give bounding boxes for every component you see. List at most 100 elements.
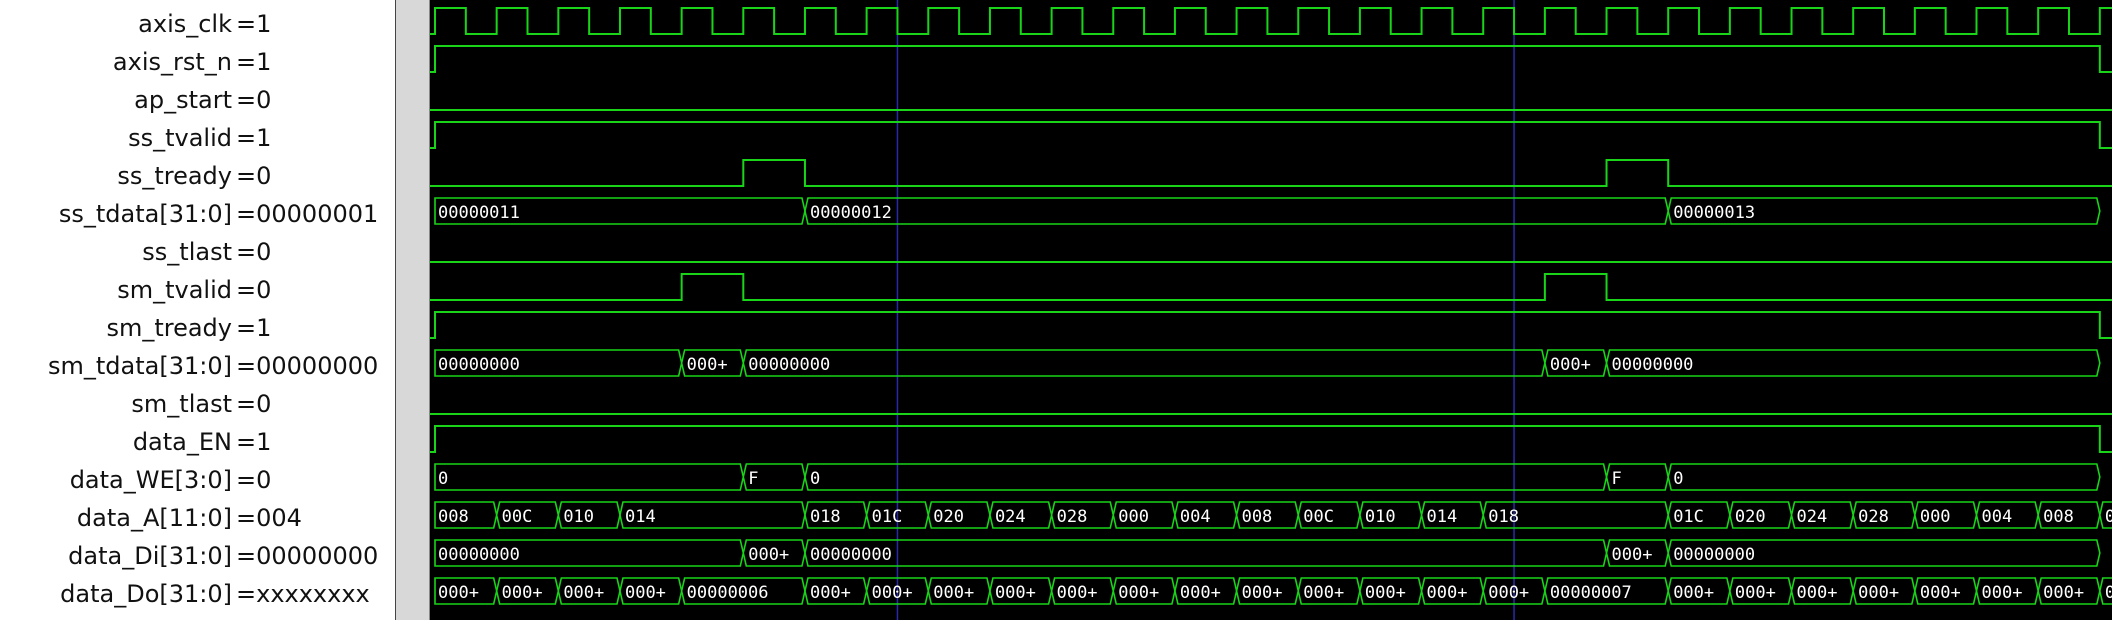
bus-segment-label: 000+ bbox=[1057, 583, 1098, 603]
signal-row[interactable]: data_A[11:0] =004 bbox=[0, 496, 392, 534]
signal-value: =1 bbox=[236, 48, 272, 76]
signal-row[interactable]: data_WE[3:0] =0 bbox=[0, 458, 392, 496]
bus-segment bbox=[1667, 463, 2101, 491]
bus-segment-label: 020 bbox=[933, 507, 964, 527]
bus-waveform: 000+ 000+ 000+ 000+ 00000006 000+ 000+ 000+ 000+… bbox=[434, 577, 2112, 605]
bus-segment-label: 000+ bbox=[2043, 583, 2084, 603]
signal-row[interactable]: data_EN =1 bbox=[0, 420, 392, 458]
bus-segment-label: 0 bbox=[1673, 469, 1683, 489]
bus-segment-label: 00000000 bbox=[1612, 355, 1694, 375]
signal-name: sm_tready bbox=[106, 314, 232, 342]
bus-segment-label: 000+ bbox=[872, 583, 913, 603]
signal-value: =1 bbox=[236, 10, 272, 38]
bus-segment-label: 000+ bbox=[438, 583, 479, 603]
bus-segment-label: 000+ bbox=[2105, 583, 2112, 603]
bus-segment-label: 00000000 bbox=[748, 355, 830, 375]
bus-waveform: 00000000 000+ 00000000 000+ 00000000 bbox=[434, 349, 2101, 377]
bus-segment-label: 018 bbox=[810, 507, 841, 527]
bus-waveform: 0 F 0 F 0 bbox=[434, 463, 2101, 491]
bus-segment bbox=[742, 349, 1546, 377]
bus-segment-label: 000+ bbox=[810, 583, 851, 603]
level-waveform bbox=[430, 311, 2112, 339]
signal-name: ss_tready bbox=[117, 162, 232, 190]
signal-name: ss_tvalid bbox=[128, 124, 232, 152]
signal-row[interactable]: ss_tready =0 bbox=[0, 154, 392, 192]
bus-segment-label: 000 bbox=[1118, 507, 1149, 527]
waveform-area[interactable]: 00000011 00000012 00000013 00000000 000+ 0000… bbox=[430, 0, 2112, 620]
bus-segment-label: 000+ bbox=[1550, 355, 1591, 375]
signal-row[interactable]: ap_start =0 bbox=[0, 78, 392, 116]
bus-segment-label: 020 bbox=[1735, 507, 1766, 527]
bus-segment-label: 000+ bbox=[748, 545, 789, 565]
waveform-canvas[interactable]: 00000011 00000012 0000001300000000 000+ 0000… bbox=[430, 0, 2112, 620]
signal-row[interactable]: sm_tlast =0 bbox=[0, 382, 392, 420]
bus-segment bbox=[804, 197, 1670, 225]
signal-value: =004 bbox=[236, 504, 302, 532]
bus-segment-label: 024 bbox=[995, 507, 1026, 527]
signal-value: =0 bbox=[236, 276, 272, 304]
signal-row[interactable]: data_Di[31:0] =00000000 bbox=[0, 534, 392, 572]
bus-segment-label: 00000000 bbox=[438, 545, 520, 565]
bus-segment-label: 00000006 bbox=[687, 583, 769, 603]
bus-segment-label: 01C bbox=[872, 507, 903, 527]
level-waveform bbox=[430, 425, 2112, 453]
signal-value: =0 bbox=[236, 390, 272, 418]
bus-segment-label: 00C bbox=[2105, 507, 2112, 527]
signal-value: =1 bbox=[236, 428, 272, 456]
bus-segment-label: 010 bbox=[563, 507, 594, 527]
signal-row[interactable]: ss_tlast =0 bbox=[0, 230, 392, 268]
signal-value: =xxxxxxxx bbox=[236, 580, 370, 608]
signal-row[interactable]: sm_tdata[31:0] =00000000 bbox=[0, 344, 392, 382]
level-waveform bbox=[430, 45, 2112, 73]
signal-row[interactable]: axis_rst_n =1 bbox=[0, 40, 392, 78]
signal-value: =0 bbox=[236, 238, 272, 266]
signal-name: ss_tdata[31:0] bbox=[58, 200, 232, 228]
bus-segment-label: 028 bbox=[1858, 507, 1889, 527]
signal-value: =00000000 bbox=[236, 542, 379, 570]
bus-segment-label: 000 bbox=[1920, 507, 1951, 527]
bus-segment-label: 00000000 bbox=[438, 355, 520, 375]
panel-splitter[interactable] bbox=[396, 0, 430, 620]
signal-value: =0 bbox=[236, 466, 272, 494]
bus-segment-label: 000+ bbox=[1920, 583, 1961, 603]
bus-segment-label: 000+ bbox=[1118, 583, 1159, 603]
signal-name: data_EN bbox=[132, 428, 232, 456]
bus-segment-label: 000+ bbox=[995, 583, 1036, 603]
bus-segment-label: 00000000 bbox=[1673, 545, 1755, 565]
level-waveform bbox=[430, 121, 2112, 149]
bus-segment-label: 000+ bbox=[933, 583, 974, 603]
bus-segment-label: 000+ bbox=[563, 583, 604, 603]
signal-name: sm_tlast bbox=[131, 390, 232, 418]
signal-value: =00000000 bbox=[236, 352, 379, 380]
signal-row[interactable]: ss_tvalid =1 bbox=[0, 116, 392, 154]
bus-segment-label: 0 bbox=[438, 469, 448, 489]
bus-segment bbox=[434, 463, 745, 491]
signal-name: data_Di[31:0] bbox=[68, 542, 232, 570]
bus-waveform: 008 00C 010 014 018 01C 020 024 028 000 004 008 00C 0… bbox=[434, 501, 2112, 529]
bus-segment-label: 018 bbox=[1488, 507, 1519, 527]
signal-row[interactable]: data_Do[31:0] =xxxxxxxx bbox=[0, 572, 392, 610]
signal-row[interactable]: ss_tdata[31:0] =00000001 bbox=[0, 192, 392, 230]
signal-row[interactable]: axis_clk =1 bbox=[0, 2, 392, 40]
bus-segment-label: 000+ bbox=[1797, 583, 1838, 603]
signal-row[interactable]: sm_tready =1 bbox=[0, 306, 392, 344]
bus-segment-label: 00C bbox=[1303, 507, 1334, 527]
bus-segment-label: 010 bbox=[1365, 507, 1396, 527]
bus-segment-label: 01C bbox=[1673, 507, 1704, 527]
signal-name-panel: axis_clk =1 axis_rst_n =1 ap_start =0 ss_tvali… bbox=[0, 0, 396, 620]
bus-segment-label: 008 bbox=[2043, 507, 2074, 527]
signal-name: ap_start bbox=[134, 86, 232, 114]
bus-segment-label: 000+ bbox=[1303, 583, 1344, 603]
bus-segment-label: 004 bbox=[1180, 507, 1211, 527]
bus-segment-label: 000+ bbox=[502, 583, 543, 603]
bus-segment-label: 00000011 bbox=[438, 203, 520, 223]
bus-segment-label: 014 bbox=[1427, 507, 1458, 527]
bus-segment-label: 008 bbox=[438, 507, 469, 527]
level-waveform bbox=[430, 273, 2112, 301]
waveform-viewer: axis_clk =1 axis_rst_n =1 ap_start =0 ss_tvali… bbox=[0, 0, 2112, 620]
signal-row[interactable]: sm_tvalid =0 bbox=[0, 268, 392, 306]
signal-name: ss_tlast bbox=[142, 238, 232, 266]
bus-segment bbox=[804, 539, 1608, 567]
bus-segment-label: 000+ bbox=[687, 355, 728, 375]
bus-segment-label: 00C bbox=[502, 507, 533, 527]
